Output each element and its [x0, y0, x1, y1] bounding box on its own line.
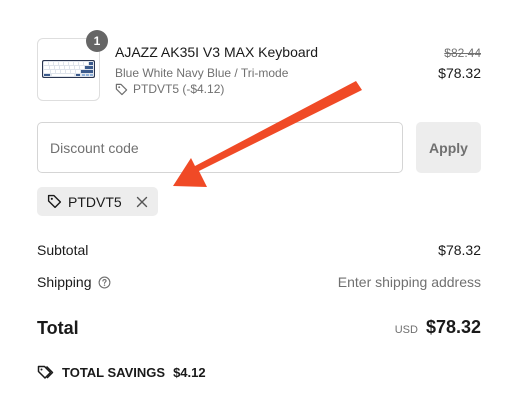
total-value-group: USD $78.32	[395, 317, 481, 338]
quantity-badge: 1	[86, 30, 108, 52]
original-price: $82.44	[444, 46, 481, 60]
savings-value: $4.12	[173, 365, 206, 380]
tag-icon	[115, 83, 128, 95]
total-label: Total	[37, 318, 79, 338]
total-savings: TOTAL SAVINGS $4.12	[37, 365, 206, 380]
tag-icon	[37, 365, 54, 379]
discount-code-input[interactable]	[37, 122, 403, 173]
item-discount-text: PTDVT5 (-$4.12)	[133, 82, 225, 96]
apply-button[interactable]: Apply	[416, 122, 481, 173]
savings-label: TOTAL SAVINGS	[62, 365, 166, 380]
close-icon[interactable]	[136, 196, 148, 208]
help-icon[interactable]	[98, 276, 111, 289]
subtotal-value: $78.32	[438, 242, 481, 258]
tag-icon	[47, 194, 62, 209]
item-discount: PTDVT5 (-$4.12)	[115, 82, 224, 96]
shipping-value: Enter shipping address	[337, 274, 481, 290]
currency-code: USD	[394, 324, 418, 336]
shipping-label-row: Shipping	[37, 274, 111, 290]
subtotal-label: Subtotal	[37, 242, 89, 258]
item-price: $78.32	[438, 65, 481, 81]
product-name: AJAZZ AK35I V3 MAX Keyboard	[115, 44, 319, 60]
total-amount: $78.32	[425, 317, 481, 337]
product-variant: Blue White Navy Blue / Tri-mode	[115, 66, 289, 80]
shipping-label: Shipping	[37, 274, 92, 290]
applied-discount-chip: PTDVT5	[37, 187, 158, 216]
remove-discount-button[interactable]	[136, 196, 148, 208]
applied-discount-code: PTDVT5	[68, 193, 122, 210]
